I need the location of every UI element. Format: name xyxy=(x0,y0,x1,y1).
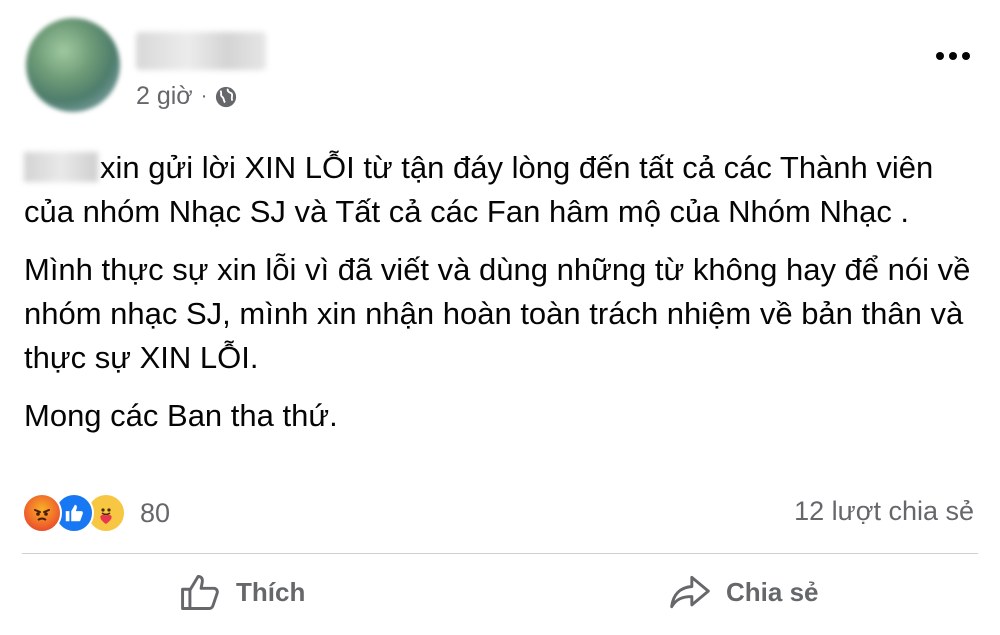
paragraph-3: Mong các Ban tha thứ. xyxy=(24,398,338,433)
timestamp[interactable]: 2 giờ xyxy=(136,82,193,111)
globe-icon xyxy=(216,86,237,107)
paragraph-1: xin gửi lời XIN LỖI từ tận đáy lòng đến … xyxy=(24,146,974,234)
share-arrow-icon xyxy=(670,575,710,609)
share-button[interactable]: Chia sẻ xyxy=(668,570,819,614)
more-options-icon[interactable] xyxy=(936,52,970,60)
reaction-summary[interactable]: 80 xyxy=(22,493,170,533)
reaction-count: 80 xyxy=(140,497,171,528)
paragraph-1-text: xin gửi lời XIN LỖI từ tận đáy lòng đến … xyxy=(24,150,934,229)
blurred-name xyxy=(24,152,98,182)
like-label: Thích xyxy=(236,576,306,607)
like-button[interactable]: Thích xyxy=(178,570,305,614)
facebook-post: 2 giờ · xin gửi lời XIN LỖI từ tận đáy l… xyxy=(0,0,1000,635)
share-label: Chia sẻ xyxy=(726,576,819,607)
avatar[interactable] xyxy=(26,18,120,112)
post-meta: 2 giờ · xyxy=(136,82,237,111)
separator-dot: · xyxy=(200,85,208,107)
paragraph-2: Mình thực sự xin lỗi vì đã viết và dùng … xyxy=(24,252,971,375)
angry-icon xyxy=(22,493,62,533)
post-content: xin gửi lời XIN LỖI từ tận đáy lòng đến … xyxy=(24,146,974,452)
author-name[interactable] xyxy=(136,32,266,70)
divider xyxy=(22,553,978,554)
share-count[interactable]: 12 lượt chia sẻ xyxy=(794,496,974,527)
thumbs-up-icon xyxy=(181,574,219,610)
